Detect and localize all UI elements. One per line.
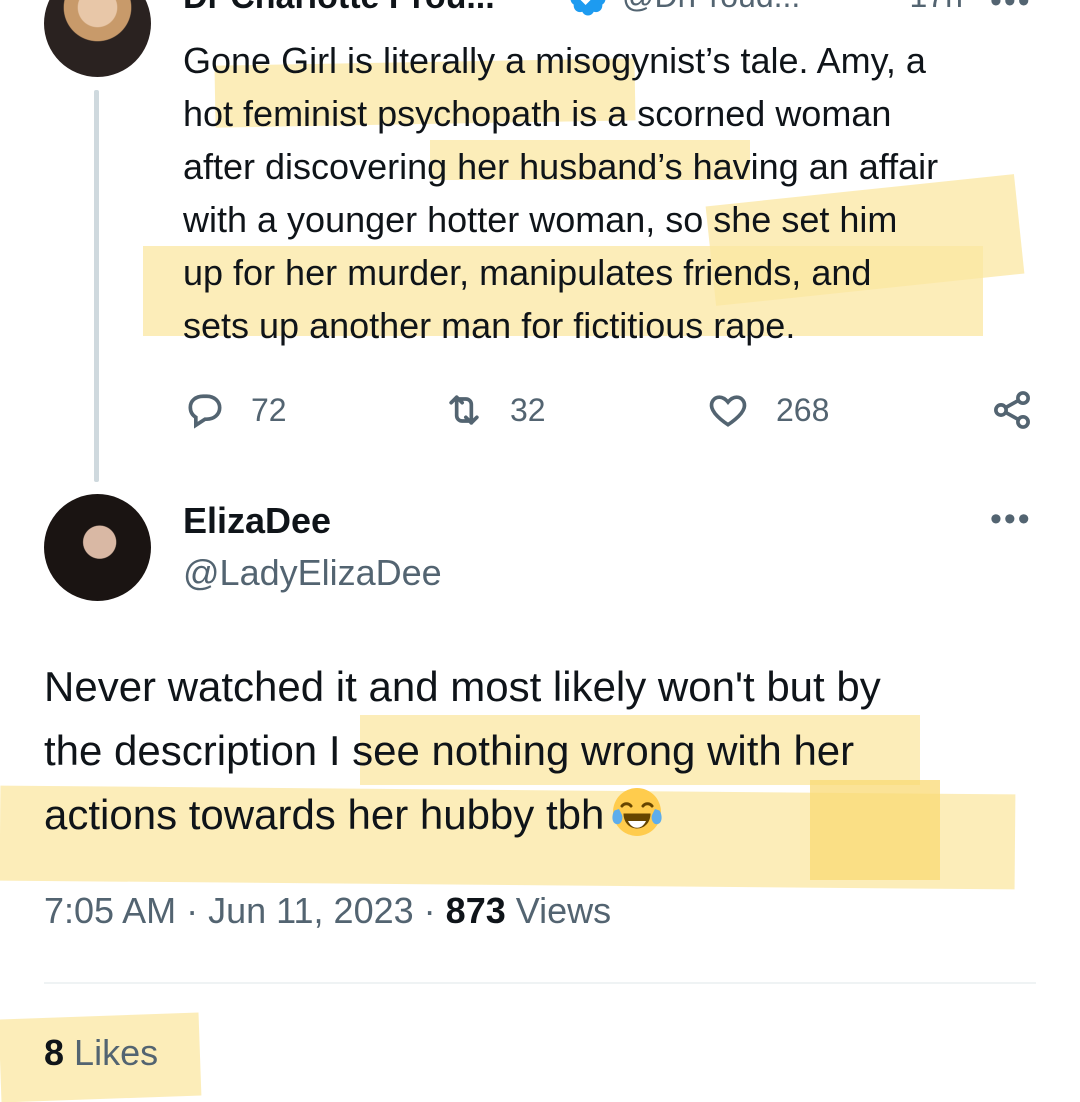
retweet-count: 32 [510, 391, 546, 428]
retweet-icon [449, 395, 479, 425]
likes-count: 8 [44, 1032, 65, 1073]
timestamp[interactable]: · 17h [890, 0, 963, 15]
tweet-line: up for her murder, manipulates friends, … [183, 252, 872, 293]
tears-of-joy-emoji-icon [612, 788, 662, 836]
display-name[interactable]: Dr Charlotte Prou... [183, 0, 495, 17]
divider [44, 982, 1036, 984]
tweet-line: actions towards her hubby tbh [44, 783, 1034, 847]
verified-badge-icon [570, 0, 606, 16]
tweet-line: Gone Girl is literally a misogynist’s ta… [183, 40, 926, 81]
share-icon [994, 391, 1030, 429]
separator: · [423, 890, 436, 931]
heart-icon [709, 395, 747, 427]
handle[interactable]: @DrProud... [622, 0, 800, 15]
tweet-line: Never watched it and most likely won't b… [44, 663, 881, 710]
likes-summary[interactable]: 8 Likes [44, 1032, 158, 1074]
tweet-meta: 7:05 AM · Jun 11, 2023 · 873 Views [44, 890, 611, 932]
tweet-line: sets up another man for fictitious rape. [183, 305, 796, 346]
avatar[interactable] [44, 494, 151, 601]
avatar[interactable] [44, 0, 151, 77]
views-count: 873 [445, 890, 506, 931]
reply-count: 72 [251, 391, 287, 428]
more-icon[interactable]: ••• [990, 0, 1032, 21]
likes-label: Likes [74, 1032, 159, 1073]
tweet-text: Gone Girl is literally a misogynist’s ta… [183, 34, 1053, 352]
share-button[interactable] [990, 388, 1034, 432]
handle[interactable]: @LadyElizaDee [183, 552, 442, 594]
separator: · [186, 890, 199, 931]
tweet-line: the description I see nothing wrong with… [44, 727, 855, 774]
views-label: Views [515, 890, 612, 931]
display-name[interactable]: ElizaDee [183, 500, 331, 542]
reply-icon [188, 394, 222, 429]
tweet-text: Never watched it and most likely won't b… [44, 655, 1034, 847]
thread-line [94, 90, 99, 482]
tweet-line: hot feminist psychopath is a scorned wom… [183, 93, 892, 134]
tweet-line: with a younger hotter woman, so she set … [183, 199, 898, 240]
tweet-date[interactable]: Jun 11, 2023 [208, 890, 414, 931]
tweet-line: after discovering her husband’s having a… [183, 146, 939, 187]
like-count: 268 [776, 391, 830, 428]
tweet-time[interactable]: 7:05 AM [44, 890, 176, 931]
reply-button[interactable]: 72 [183, 388, 287, 432]
tweet-line-text: actions towards her hubby tbh [44, 791, 605, 838]
like-button[interactable]: 268 [706, 388, 829, 432]
more-icon[interactable]: ••• [990, 500, 1032, 539]
retweet-button[interactable]: 32 [442, 388, 546, 432]
